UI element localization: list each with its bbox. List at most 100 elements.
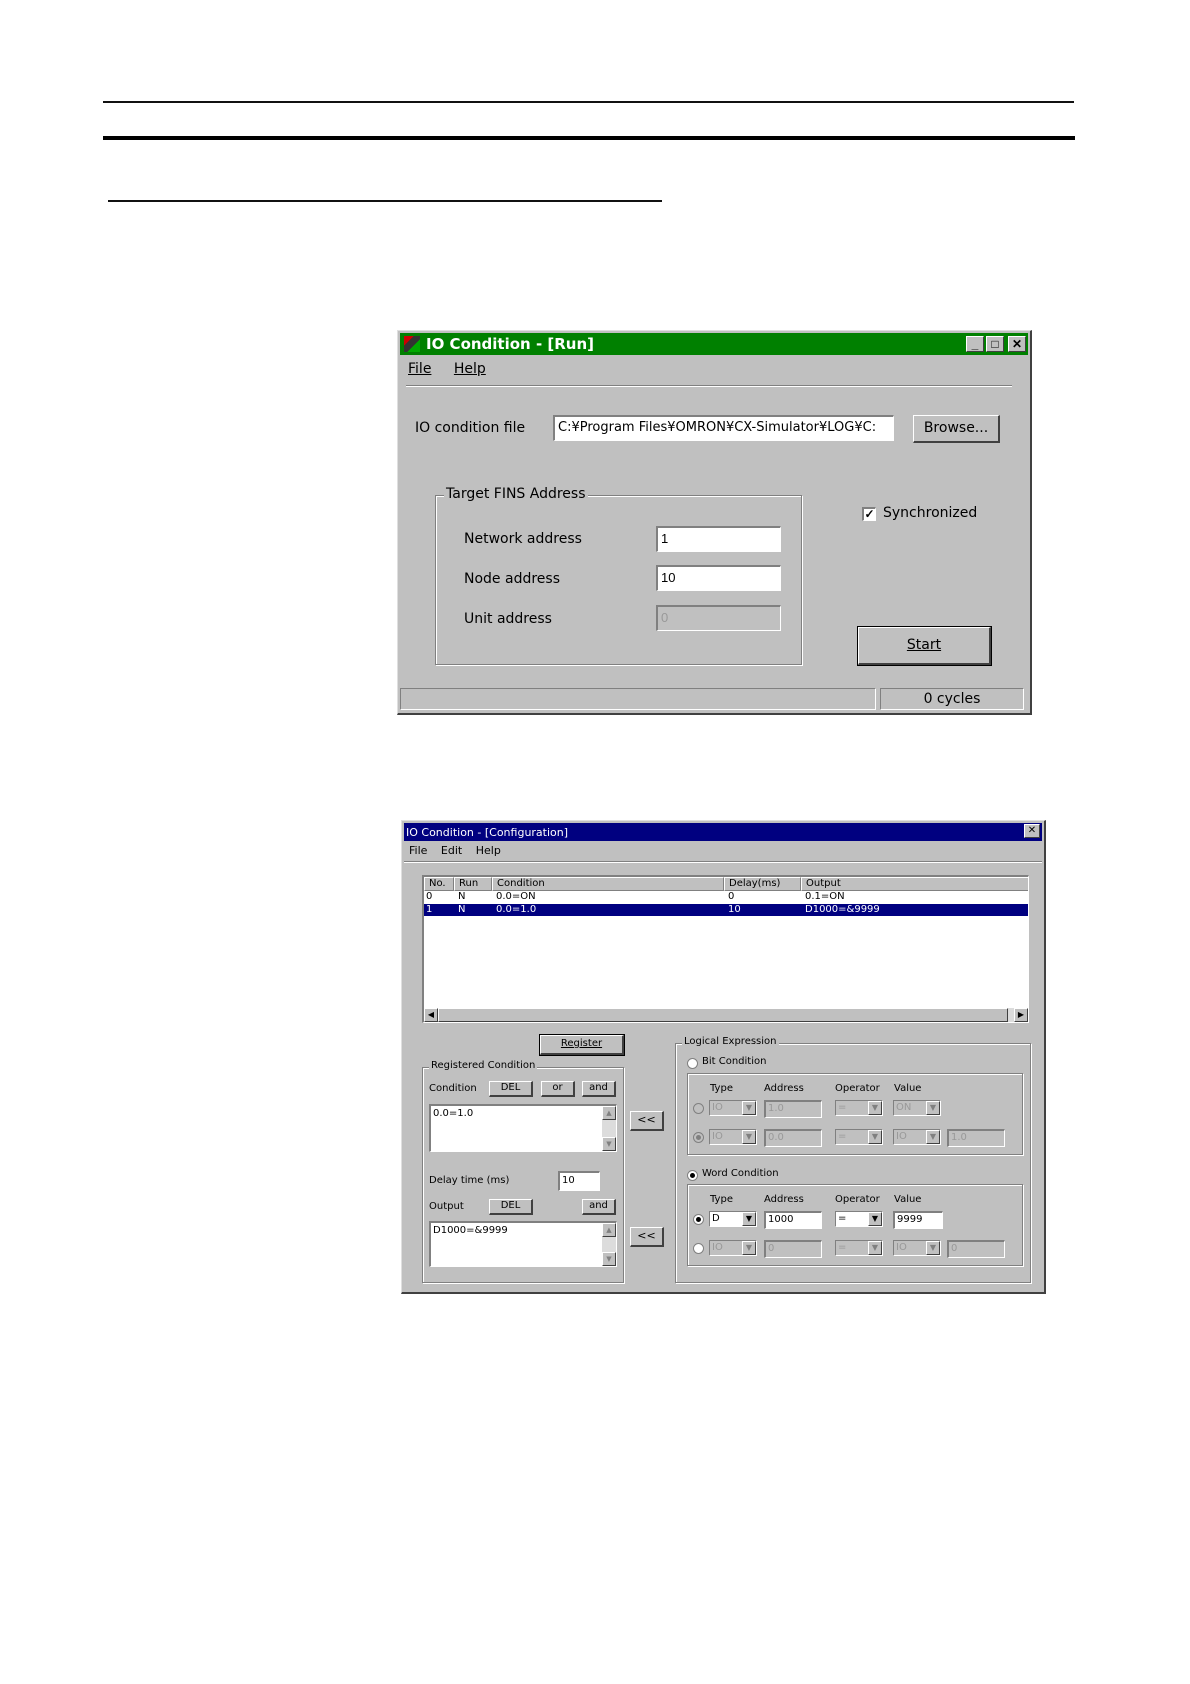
cell-output: 0.1=ON [805, 891, 845, 902]
word-col-value: Value [894, 1194, 922, 1205]
bit-col-type: Type [710, 1083, 733, 1094]
output-label: Output [429, 1201, 464, 1212]
menu-file[interactable]: File [409, 844, 427, 857]
bit-row2-value-select: IO ▼ [893, 1129, 941, 1145]
chevron-down-icon: ▼ [868, 1101, 882, 1115]
scroll-thumb[interactable] [438, 1008, 1008, 1022]
condition-and-button[interactable]: and [582, 1081, 616, 1097]
minimize-button[interactable]: _ [966, 336, 984, 352]
chevron-down-icon: ▼ [868, 1130, 882, 1144]
cell-no: 0 [426, 891, 433, 902]
transfer-output-button[interactable]: << [630, 1227, 664, 1247]
chevron-down-icon: ▼ [868, 1241, 882, 1255]
start-button[interactable]: Start [857, 626, 992, 666]
bit-row2-operator-select: = ▼ [835, 1129, 883, 1145]
condition-del-button[interactable]: DEL [489, 1081, 533, 1097]
word-row1-address[interactable]: 1000 [764, 1211, 822, 1229]
condition-textarea[interactable]: 0.0=1.0 ▲ ▼ [429, 1104, 617, 1152]
bit-row1-value-select: ON ▼ [893, 1100, 941, 1116]
word-row2-radio[interactable] [693, 1243, 704, 1254]
bit-col-address: Address [764, 1083, 804, 1094]
condition-scrollbar[interactable]: ▲ ▼ [602, 1106, 616, 1151]
cell-no: 1 [426, 904, 433, 915]
io-file-input[interactable]: C:¥Program Files¥OMRON¥CX-Simulator¥LOG¥… [553, 415, 894, 441]
bit-col-operator: Operator [835, 1083, 880, 1094]
cell-condition: 0.0=ON [496, 891, 536, 902]
run-window: IO Condition - [Run] _ □ ✕ File Help IO … [397, 330, 1032, 715]
chevron-down-icon: ▼ [926, 1101, 940, 1115]
unit-address-label: Unit address [464, 611, 552, 627]
scroll-left-button[interactable]: ◀ [424, 1008, 438, 1022]
condition-label: Condition [429, 1083, 477, 1094]
start-button-label: Start [906, 637, 942, 653]
word-row1-operator-select[interactable]: = ▼ [835, 1211, 883, 1227]
config-window-title: IO Condition - [Configuration] [406, 825, 569, 839]
col-header-run[interactable]: Run [454, 877, 492, 891]
register-button[interactable]: Register [539, 1034, 625, 1056]
menu-help[interactable]: Help [454, 361, 486, 377]
scroll-up-button[interactable]: ▲ [602, 1223, 616, 1237]
logical-expression-title: Logical Expression [682, 1036, 779, 1047]
word-row1-type-select[interactable]: D ▼ [709, 1211, 757, 1227]
word-row1-radio[interactable] [693, 1214, 704, 1225]
col-header-output[interactable]: Output [801, 877, 1028, 891]
browse-button[interactable]: Browse... [913, 415, 1000, 443]
registered-condition-title: Registered Condition [429, 1060, 538, 1071]
word-row2-operator-select: = ▼ [835, 1240, 883, 1256]
target-fins-title: Target FINS Address [444, 486, 588, 502]
scroll-up-button[interactable]: ▲ [602, 1106, 616, 1120]
config-menubar: File Edit Help [409, 844, 501, 857]
cell-delay: 10 [728, 904, 741, 915]
node-address-input[interactable]: 10 [656, 565, 781, 591]
chevron-down-icon: ▼ [742, 1130, 756, 1144]
condition-list[interactable]: No. Run Condition Delay(ms) Output 0 N 0… [422, 875, 1029, 1023]
config-close-button[interactable]: ✕ [1024, 824, 1040, 838]
run-window-title: IO Condition - [Run] [426, 335, 595, 353]
synchronized-label: Synchronized [883, 505, 978, 521]
or-button[interactable]: or [541, 1081, 575, 1097]
output-scrollbar[interactable]: ▲ ▼ [602, 1223, 616, 1266]
menu-help[interactable]: Help [476, 844, 501, 857]
bit-row1-address: 1.0 [764, 1100, 822, 1118]
table-row-selected[interactable]: 1 N 0.0=1.0 10 D1000=&9999 [424, 904, 1028, 916]
section-heading-rule [108, 200, 662, 202]
horizontal-scrollbar[interactable]: ◀ ▶ [424, 1008, 1028, 1022]
menu-edit[interactable]: Edit [441, 844, 462, 857]
scroll-right-button[interactable]: ▶ [1014, 1008, 1028, 1022]
word-row2-value-input: 0 [947, 1240, 1005, 1258]
menu-file[interactable]: File [408, 361, 431, 377]
output-and-button[interactable]: and [582, 1199, 616, 1215]
output-textarea[interactable]: D1000=&9999 ▲ ▼ [429, 1221, 617, 1267]
scroll-down-button[interactable]: ▼ [602, 1252, 616, 1266]
synchronized-checkbox[interactable]: ✓ [862, 507, 876, 521]
col-header-condition[interactable]: Condition [492, 877, 724, 891]
transfer-condition-button[interactable]: << [630, 1111, 664, 1131]
word-col-operator: Operator [835, 1194, 880, 1205]
word-condition-radio[interactable] [687, 1170, 698, 1181]
config-window-titlebar[interactable]: IO Condition - [Configuration] ✕ [404, 823, 1042, 841]
network-address-input[interactable]: 1 [656, 526, 781, 552]
maximize-button[interactable]: □ [986, 336, 1004, 352]
col-header-no[interactable]: No. [424, 877, 454, 891]
delay-time-input[interactable]: 10 [558, 1171, 600, 1191]
config-window: IO Condition - [Configuration] ✕ File Ed… [401, 820, 1046, 1294]
output-del-button[interactable]: DEL [489, 1199, 533, 1215]
register-button-label: Register [560, 1038, 603, 1049]
run-window-titlebar[interactable]: IO Condition - [Run] _ □ ✕ [400, 333, 1028, 355]
chevron-down-icon: ▼ [868, 1212, 882, 1226]
col-header-delay[interactable]: Delay(ms) [724, 877, 801, 891]
bit-row2-type-select: IO ▼ [709, 1129, 757, 1145]
bit-row2-value-input: 1.0 [947, 1129, 1005, 1147]
bit-condition-radio[interactable] [687, 1058, 698, 1069]
run-menubar: File Help [408, 361, 486, 377]
bit-row1-type-select: IO ▼ [709, 1100, 757, 1116]
header-rule-thin [103, 101, 1074, 103]
close-button[interactable]: ✕ [1008, 336, 1026, 352]
scroll-down-button[interactable]: ▼ [602, 1137, 616, 1151]
delay-time-label: Delay time (ms) [429, 1175, 510, 1186]
cell-run: N [458, 904, 466, 915]
table-row[interactable]: 0 N 0.0=ON 0 0.1=ON [424, 891, 1028, 903]
word-row2-value-select: IO ▼ [893, 1240, 941, 1256]
word-row1-value[interactable]: 9999 [893, 1211, 943, 1229]
status-bar-cycles: 0 cycles [880, 688, 1024, 710]
